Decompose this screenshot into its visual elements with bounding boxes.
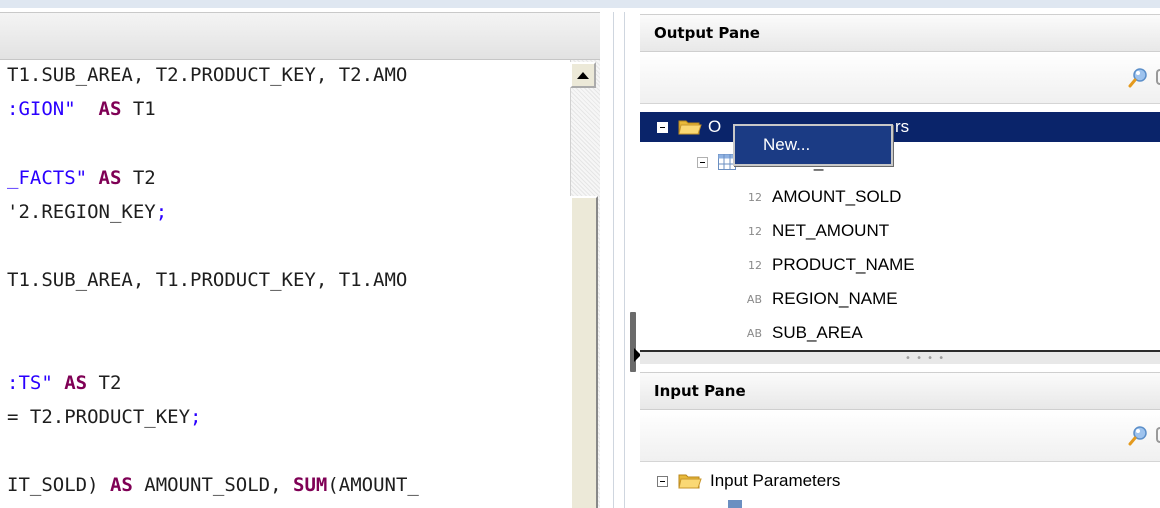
toolbar-overflow-icon[interactable] [1156, 69, 1160, 85]
arrow-up-icon [577, 71, 589, 79]
text-type-icon: AB [746, 326, 762, 340]
column-name: PRODUCT_NAME [772, 255, 915, 274]
window-top-strip [0, 0, 1160, 8]
input-parameters-label: Input Parameters [710, 471, 841, 490]
code-token: = T2.PRODUCT_KEY [7, 406, 191, 428]
code-line: :GION" AS T1 [7, 98, 156, 120]
code-line: :TS" AS T2 [7, 372, 121, 394]
menu-item-new[interactable]: New... [743, 130, 881, 160]
output-pane-toolbar [640, 52, 1160, 104]
splitter[interactable] [600, 12, 636, 508]
column-name: SUB_AREA [772, 323, 863, 342]
code-line: T1.SUB_AREA, T1.PRODUCT_KEY, T1.AMO [7, 269, 407, 291]
column-item[interactable]: AB REGION_NAME [740, 284, 898, 314]
code-string: :GION" [7, 98, 76, 121]
code-keyword: AS [98, 98, 122, 121]
scroll-up-button[interactable] [570, 62, 596, 88]
code-line: = T2.PRODUCT_KEY; [7, 406, 201, 428]
code-token: T1.SUB_AREA, T2.PRODUCT_KEY, T2.AMO [7, 64, 408, 86]
context-menu: New... [733, 124, 893, 166]
code-token: ; [155, 200, 168, 223]
column-item[interactable]: 12 AMOUNT_SOLD [740, 182, 901, 212]
output-parameters-label: O [708, 117, 722, 136]
code-keyword: AS [109, 474, 133, 497]
folder-icon [678, 120, 702, 135]
code-token: T2 [87, 371, 122, 394]
code-token: IT_SOLD) [7, 474, 110, 497]
toolbar-overflow-icon[interactable] [1156, 427, 1160, 443]
input-pane-title: Input Pane [654, 382, 746, 400]
input-pane-header: Input Pane [640, 372, 1160, 410]
column-item[interactable]: 12 NET_AMOUNT [740, 216, 889, 246]
search-icon[interactable] [1128, 66, 1150, 88]
search-icon[interactable] [1128, 424, 1150, 446]
code-string: :TS" [7, 371, 53, 394]
collapse-icon[interactable] [657, 475, 668, 487]
code-token: T1.SUB_AREA, T1.PRODUCT_KEY, T1.AMO [7, 269, 408, 292]
numeric-type-icon: 12 [748, 190, 762, 204]
code-token: AMOUNT_SOLD, [132, 474, 293, 497]
folder-icon [678, 474, 702, 489]
pane-sash-border [640, 350, 1160, 352]
collapse-icon[interactable] [697, 156, 708, 168]
output-parameters-node[interactable]: O [657, 112, 721, 142]
code-token: T2 [121, 166, 156, 189]
pane-sash[interactable] [640, 350, 1160, 364]
column-name: NET_AMOUNT [772, 221, 890, 240]
input-parameters-node[interactable]: Input Parameters [657, 466, 840, 496]
splitter-handle[interactable] [630, 312, 636, 372]
sql-editor[interactable]: T1.SUB_AREA, T2.PRODUCT_KEY, T2.AMO :GION… [0, 60, 570, 508]
code-line: '2.REGION_KEY; [7, 201, 167, 223]
numeric-type-icon: 12 [748, 258, 762, 272]
column-name: AMOUNT_SOLD [772, 187, 902, 206]
code-keyword: AS [64, 371, 88, 394]
table-icon [728, 500, 742, 508]
code-token: ; [190, 406, 202, 428]
splitter-border [613, 12, 614, 508]
code-token: T1 [121, 98, 156, 121]
code-keyword: SUM [293, 474, 328, 497]
output-pane-header: Output Pane [640, 14, 1160, 52]
code-string: _FACTS" [7, 166, 88, 189]
splitter-border [624, 12, 625, 508]
scroll-thumb[interactable] [570, 196, 598, 508]
column-item[interactable]: AB SUB_AREA [740, 318, 863, 348]
output-parameters-label-tail: rs [895, 117, 910, 136]
code-line: _FACTS" AS T2 [7, 167, 156, 189]
code-token: (AMOUNT_ [327, 474, 419, 497]
input-pane-toolbar [640, 410, 1160, 462]
code-line: T1.SUB_AREA, T2.PRODUCT_KEY, T2.AMO [7, 64, 407, 86]
editor-header [0, 12, 614, 60]
code-keyword: AS [98, 166, 122, 189]
numeric-type-icon: 12 [748, 224, 762, 238]
code-token: '2.REGION_KEY [7, 200, 156, 223]
output-pane-title: Output Pane [654, 24, 760, 42]
text-type-icon: AB [746, 292, 762, 306]
sash-grip-icon: • • • • [905, 353, 946, 364]
column-item[interactable]: 12 PRODUCT_NAME [740, 250, 915, 280]
code-line: IT_SOLD) AS AMOUNT_SOLD, SUM(AMOUNT_ [7, 474, 419, 496]
column-name: REGION_NAME [772, 289, 898, 308]
collapse-icon[interactable] [657, 121, 668, 133]
